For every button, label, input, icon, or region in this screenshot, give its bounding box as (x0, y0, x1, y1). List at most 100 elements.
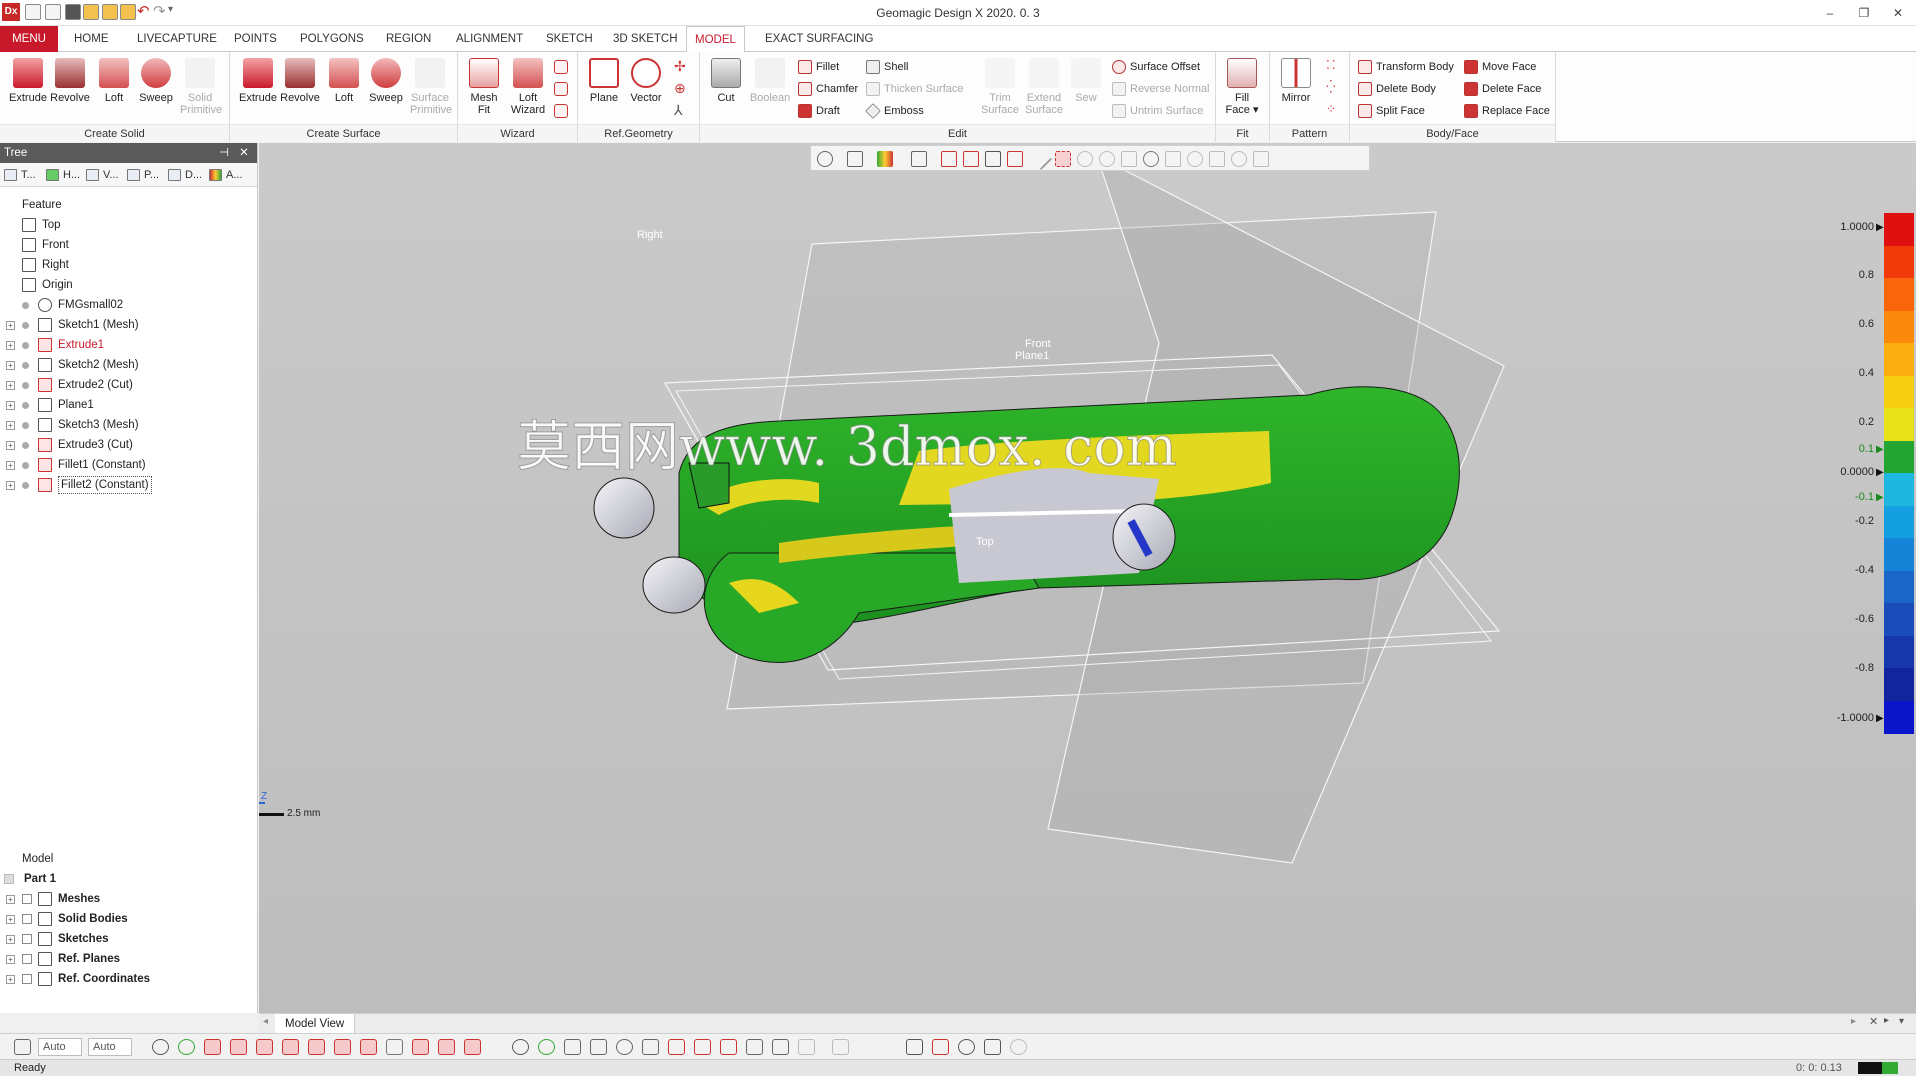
color-scale-band[interactable] (1884, 505, 1914, 539)
surface-primitive-button[interactable]: Surface Primitive (410, 58, 452, 120)
view-fit-icon[interactable] (720, 1039, 737, 1055)
shell-button[interactable]: Shell (864, 58, 908, 76)
expand-toggle-icon[interactable]: + (6, 955, 15, 964)
view-left-icon[interactable] (668, 1039, 685, 1055)
scale-marker-icon[interactable]: ▶ (1876, 444, 1884, 455)
filter-plane-icon[interactable] (334, 1039, 351, 1055)
expand-toggle-icon[interactable]: + (6, 421, 15, 430)
tab-region[interactable]: REGION (378, 26, 439, 52)
color-scale-band[interactable] (1884, 603, 1914, 636)
surface-loft-button[interactable]: Loft (324, 58, 364, 120)
surface-offset-button[interactable]: Surface Offset (1110, 58, 1200, 76)
section-view-icon[interactable] (941, 151, 957, 167)
boolean-button[interactable]: Boolean (748, 58, 792, 120)
expand-toggle-icon[interactable]: + (6, 321, 15, 330)
circle-select-icon[interactable] (1077, 151, 1093, 167)
color-scale-band[interactable] (1884, 213, 1914, 246)
view-cube-icon[interactable] (817, 151, 833, 167)
tab-home[interactable]: HOME (66, 26, 117, 52)
color-scale-band[interactable] (1884, 245, 1914, 279)
vector-button[interactable]: Vector (626, 58, 666, 120)
view-rotate-icon[interactable] (798, 1039, 815, 1055)
surface-extrude-button[interactable]: Extrude (238, 58, 278, 120)
feature-node[interactable]: Right (0, 255, 258, 275)
color-scale-band[interactable] (1884, 635, 1914, 669)
tab-model[interactable]: MODEL (686, 26, 745, 53)
tab-livecapture[interactable]: LIVECAPTURE (129, 26, 225, 52)
tab-points[interactable]: POINTS (226, 26, 285, 52)
model-node[interactable]: + Ref. Coordinates (0, 969, 258, 989)
view-iso-icon[interactable] (512, 1039, 529, 1055)
color-scale-band[interactable] (1884, 310, 1914, 344)
delete-body-button[interactable]: Delete Body (1356, 80, 1436, 98)
expand-toggle-icon[interactable]: + (6, 935, 15, 944)
tab-menu[interactable]: MENU (0, 26, 58, 52)
view-menu-icon[interactable]: ▾ (1899, 1016, 1904, 1027)
line-select-icon[interactable] (1029, 147, 1053, 171)
visibility-checkbox[interactable] (22, 894, 32, 904)
chamfer-button[interactable]: Chamfer (796, 80, 858, 98)
tab-exact-surfacing[interactable]: EXACT SURFACING (757, 26, 881, 52)
filter-region-icon[interactable] (412, 1039, 429, 1055)
expand-toggle-icon[interactable]: + (6, 341, 15, 350)
body-display-icon[interactable] (178, 1039, 195, 1055)
feature-node[interactable]: + Sketch2 (Mesh) (0, 355, 258, 375)
view-back-icon[interactable] (590, 1039, 607, 1055)
plane-button[interactable]: Plane (584, 58, 624, 120)
zoom-fit-icon[interactable] (1209, 151, 1225, 167)
color-scale-band[interactable] (1884, 375, 1914, 409)
pin-icon[interactable]: ⊣ (216, 143, 232, 163)
expand-toggle-icon[interactable]: + (6, 361, 15, 370)
surface-sweep-button[interactable]: Sweep (366, 58, 406, 120)
measure-distance-icon[interactable] (906, 1039, 923, 1055)
mirror-button[interactable]: Mirror (1276, 58, 1316, 120)
model-view-tab[interactable]: Model View (275, 1014, 356, 1034)
view-right-icon[interactable] (694, 1039, 711, 1055)
scale-marker-icon[interactable]: ▶ (1876, 467, 1884, 478)
scroll-right-icon[interactable]: ▸ (1851, 1016, 1856, 1027)
view-top-icon[interactable] (616, 1039, 633, 1055)
fill-face-button[interactable]: Fill Face ▾ (1222, 58, 1262, 120)
scale-marker-icon[interactable]: ▶ (1876, 492, 1884, 503)
solid-revolve-button[interactable]: Revolve (50, 58, 90, 120)
visibility-dot-icon[interactable] (22, 362, 29, 369)
visibility-dot-icon[interactable] (22, 342, 29, 349)
color-scale-band[interactable] (1884, 278, 1914, 311)
visibility-dot-icon[interactable] (22, 302, 29, 309)
tab-alignment[interactable]: ALIGNMENT (448, 26, 531, 52)
lasso-select-icon[interactable] (1121, 151, 1137, 167)
tab-display[interactable]: D... (168, 167, 202, 183)
paint-select-icon[interactable] (1165, 151, 1181, 167)
visibility-toggle-icon[interactable] (1253, 151, 1269, 167)
brush-select-icon[interactable] (1143, 151, 1159, 167)
filter-curve-icon[interactable] (438, 1039, 455, 1055)
measure-angle-icon[interactable] (932, 1039, 949, 1055)
extend-surface-button[interactable]: Extend Surface (1022, 58, 1066, 120)
filter-sketch-icon[interactable] (308, 1039, 325, 1055)
view-zoom-icon[interactable] (746, 1039, 763, 1055)
visibility-dot-icon[interactable] (22, 422, 29, 429)
visibility-checkbox[interactable] (22, 934, 32, 944)
expand-toggle-icon[interactable]: + (6, 481, 15, 490)
measure-volume-icon[interactable] (1010, 1039, 1027, 1055)
tab-tree[interactable]: T... (4, 167, 36, 183)
model-node[interactable]: + Sketches (0, 929, 258, 949)
filter-vector-icon[interactable] (360, 1039, 377, 1055)
expand-toggle-icon[interactable]: + (6, 381, 15, 390)
fillet-button[interactable]: Fillet (796, 58, 839, 76)
selection-filter-combo[interactable]: Auto (38, 1038, 82, 1056)
extrude-wizard-icon[interactable] (554, 60, 568, 74)
3d-scene[interactable]: 莫西网www. 3dmox. com Right Front Plane1 To… (259, 143, 1916, 1013)
color-scale-band[interactable] (1884, 440, 1914, 474)
expand-toggle-icon[interactable]: + (6, 401, 15, 410)
model-node[interactable]: + Meshes (0, 889, 258, 909)
tab-sketch[interactable]: SKETCH (538, 26, 601, 52)
scale-marker-icon[interactable]: ▶ (1876, 713, 1884, 724)
solid-loft-button[interactable]: Loft (94, 58, 134, 120)
model-viewport[interactable]: 莫西网www. 3dmox. com Right Front Plane1 To… (259, 143, 1916, 1013)
untrim-surface-button[interactable]: Untrim Surface (1110, 102, 1203, 120)
filter-point-icon[interactable] (386, 1039, 403, 1055)
extension-select-icon[interactable] (1187, 151, 1203, 167)
tab-polygons[interactable]: POLYGONS (292, 26, 372, 52)
expand-toggle-icon[interactable]: + (6, 915, 15, 924)
